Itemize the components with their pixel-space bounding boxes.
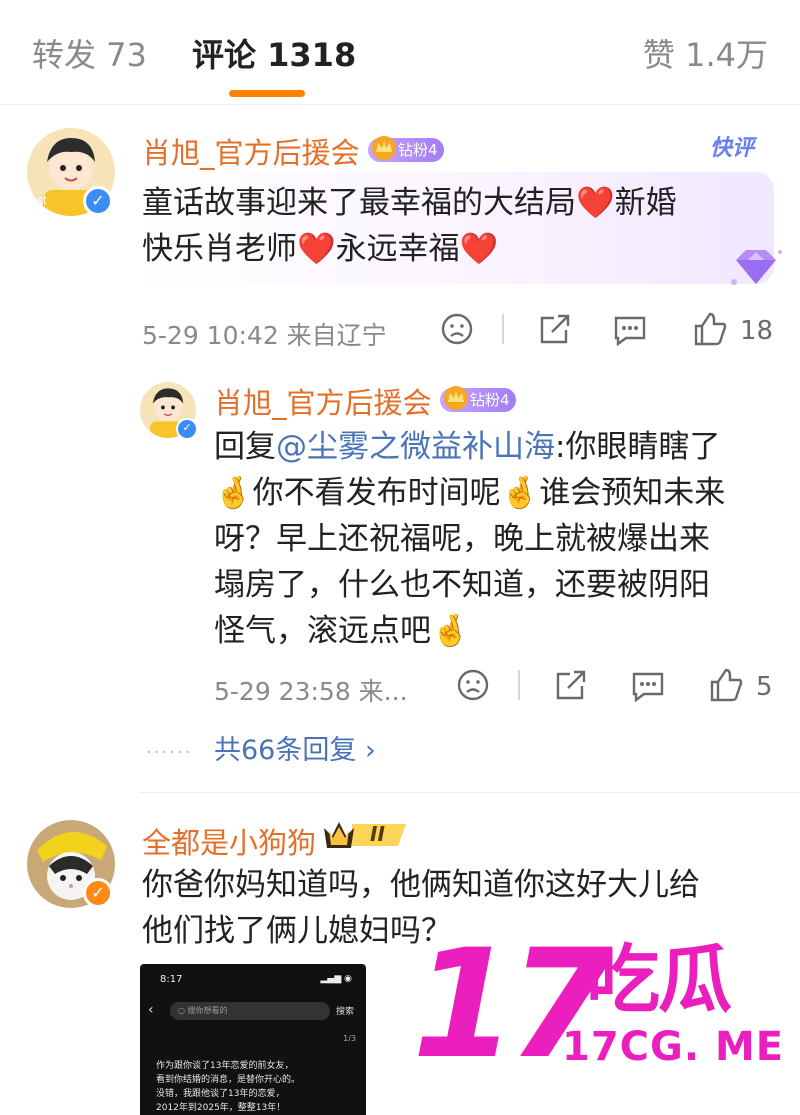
verified-icon: ✓ (83, 878, 113, 908)
fan-badge-label: 钻粉4 (470, 391, 510, 409)
reply-text-line: 塌房了，什么也不知道，还要被阴阳 (214, 567, 710, 603)
share-button[interactable] (552, 668, 588, 709)
divider (502, 314, 504, 344)
reply-text-line: 回复@尘雾之微益补山海:你眼睛瞎了 (214, 424, 720, 470)
comment-timestamp: 5-29 10:42 来自辽宁 (142, 321, 387, 350)
comment-tabs: 转发 73 评论 1318 赞 1.4万 (0, 0, 800, 100)
phone-text-line: 作为跟你谈了13年恋爱的前女友， (156, 1061, 294, 1071)
phone-search-bar: ○ 搜你想看的 (170, 1002, 330, 1020)
active-tab-indicator (229, 90, 305, 97)
comment-text-line: 你爸你妈知道吗，他俩知道你这好大儿给 (142, 867, 700, 903)
reply-text-line: 怪气，滚远点吧🤞 (214, 613, 470, 649)
comment-text-line: 他们找了俩儿媳妇吗？ (142, 913, 452, 949)
watermark-name: 吃瓜 (586, 937, 732, 1023)
crown-icon (444, 386, 468, 410)
reply-timestamp: 5-29 23:58 来... (214, 677, 408, 706)
back-icon: ‹ (148, 1002, 154, 1018)
share-icon (556, 670, 586, 700)
more-replies-link[interactable]: 共66条回复 › (214, 728, 376, 767)
phone-search-button: 搜索 (336, 1007, 355, 1017)
phone-page-indicator: 1/3 (343, 1034, 356, 1043)
verified-icon: ✓ (83, 186, 113, 216)
gem-icon (731, 250, 782, 285)
share-icon (540, 314, 570, 344)
reply-text-line: 🤞你不看发布时间呢🤞谁会预知未来 (214, 475, 726, 511)
comment-text-line: 快乐肖老师❤️永远幸福❤️ (142, 231, 499, 267)
reply-button[interactable] (612, 312, 648, 353)
dots-decoration: ······ (146, 742, 193, 763)
divider (140, 792, 800, 793)
reply-prefix: 回复 (214, 429, 276, 465)
phone-text-line: 没错，我跟他谈了13年的恋爱， (156, 1089, 285, 1099)
dislike-button[interactable] (456, 668, 490, 709)
verified-icon: ✓ (176, 418, 198, 440)
sad-face-icon (457, 669, 489, 701)
like-button[interactable] (708, 668, 744, 709)
tab-comment[interactable]: 评论 1318 (192, 30, 356, 76)
phone-status-icons: ▂▄▆ ◉ (320, 974, 352, 984)
level-badge-label: II (370, 822, 385, 846)
tab-like[interactable]: 赞 1.4万 (643, 30, 768, 76)
tab-repost[interactable]: 转发 73 (32, 30, 147, 76)
fan-badge: 钻粉4 (440, 386, 516, 412)
reply-text-line: 呀？早上还祝福呢，晚上就被爆出来 (214, 521, 710, 557)
reply-username[interactable]: 肖旭_官方后援会 (214, 380, 432, 422)
watermark-url: 17CG. ME (562, 1024, 785, 1070)
phone-text-line: 2012年到2025年，整整13年！ (156, 1103, 286, 1113)
crown-icon (372, 136, 396, 160)
svg-text:st: st (37, 193, 47, 207)
fan-badge-label: 钻粉4 (398, 141, 438, 159)
divider (0, 104, 800, 105)
like-count: 5 (756, 672, 773, 702)
sad-face-icon (441, 313, 473, 345)
comment-username[interactable]: 肖旭_官方后援会 (142, 130, 360, 172)
phone-text-line: 看到你结婚的消息，是替你开心的。 (156, 1075, 301, 1085)
comment-text-line: 童话故事迎来了最幸福的大结局❤️新婚 (142, 185, 677, 221)
share-button[interactable] (536, 312, 572, 353)
thumbs-up-icon (710, 668, 743, 702)
comment-image[interactable]: 8:17 ▂▄▆ ◉ ‹ ○ 搜你想看的 搜索 1/3 作为跟你谈了13年恋爱的… (140, 964, 366, 1115)
reply-button[interactable] (630, 668, 666, 709)
like-count: 18 (740, 316, 774, 346)
fan-badge: 钻粉4 (368, 136, 444, 162)
comment-username[interactable]: 全都是小狗狗 (142, 820, 316, 862)
dislike-button[interactable] (440, 312, 474, 353)
divider (518, 670, 520, 700)
phone-time: 8:17 (160, 974, 183, 985)
comment-icon (632, 672, 664, 703)
reply-text: :你眼睛瞎了 (555, 429, 721, 465)
thumbs-up-icon (694, 312, 727, 346)
level-badge (324, 822, 406, 848)
mention-link[interactable]: @尘雾之微益补山海 (276, 429, 555, 465)
comment-icon (614, 316, 646, 347)
like-button[interactable] (692, 312, 728, 353)
quick-comment-button[interactable]: 快评 (710, 130, 754, 162)
